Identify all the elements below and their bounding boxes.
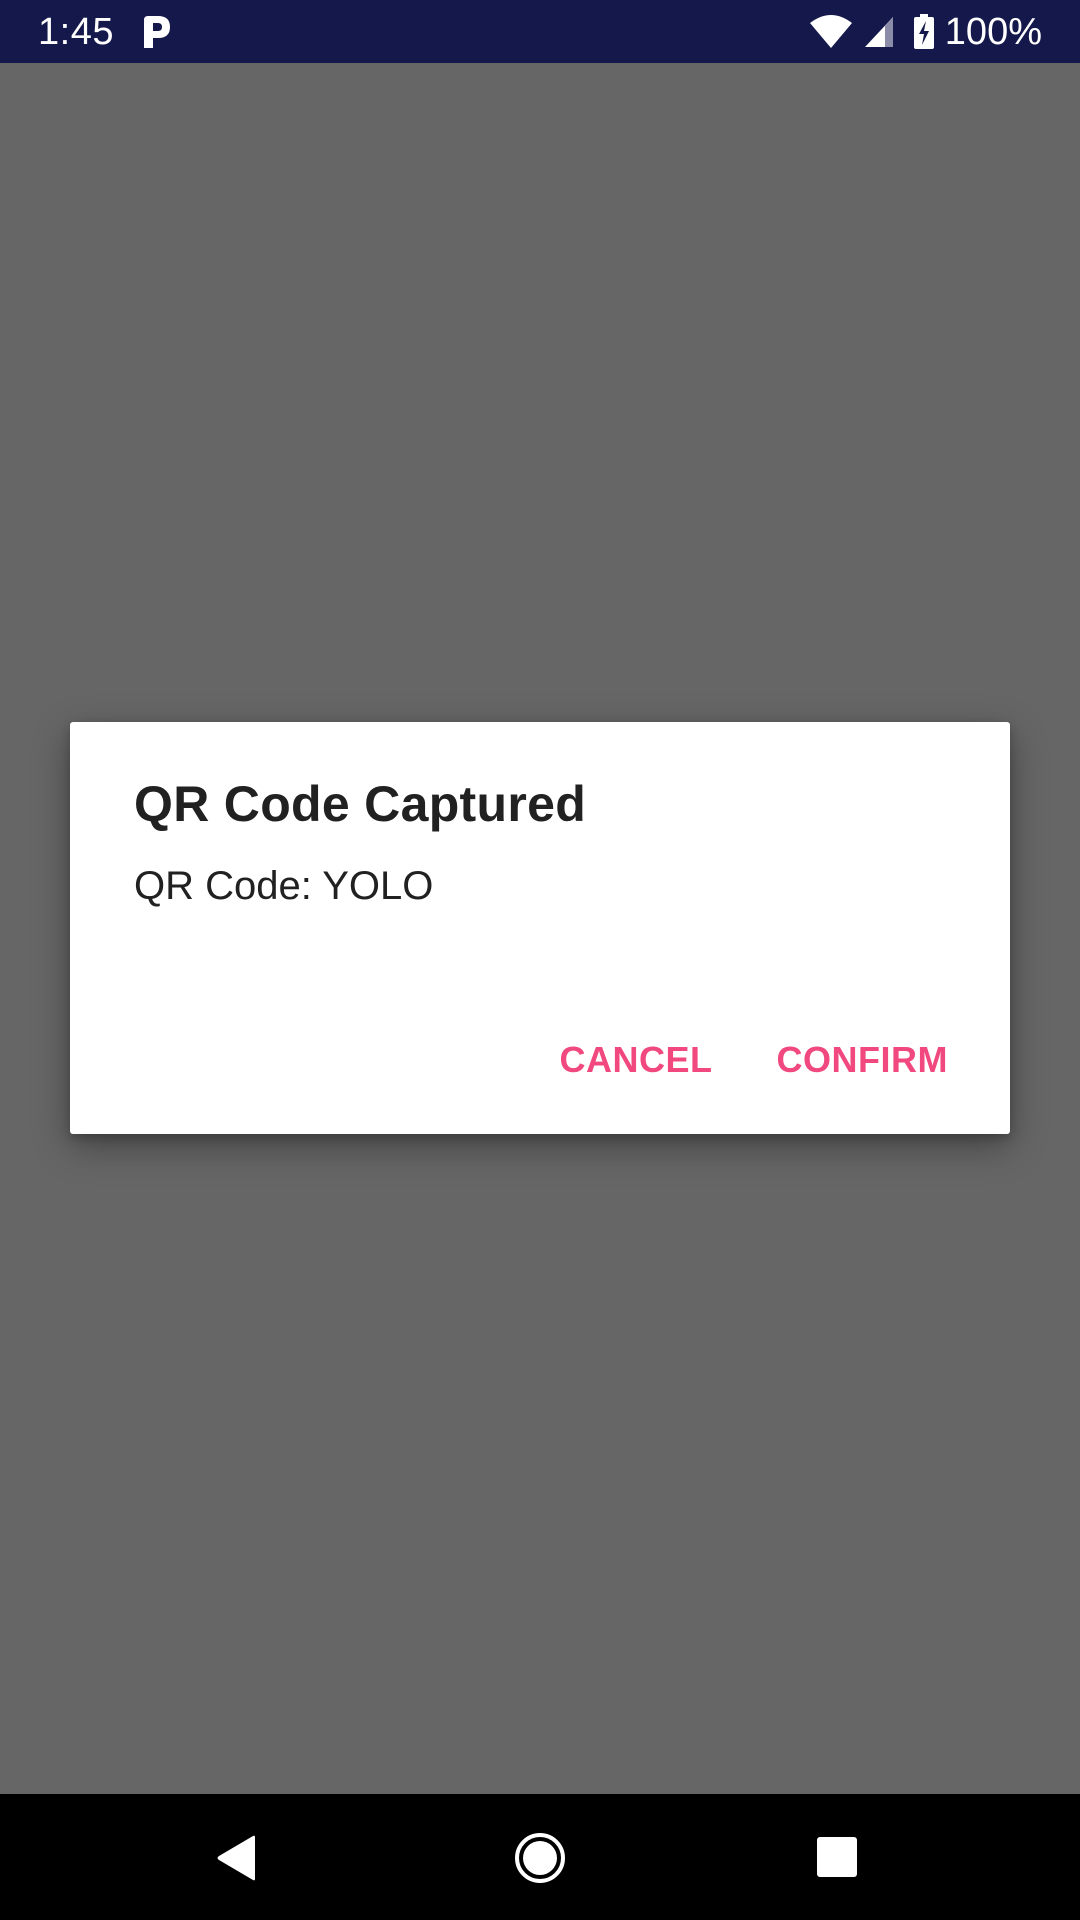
dialog-title: QR Code Captured bbox=[134, 776, 587, 832]
parking-p-icon bbox=[144, 16, 170, 48]
wifi-icon bbox=[809, 15, 852, 48]
navigation-bar bbox=[0, 1794, 1080, 1920]
home-circle-icon[interactable] bbox=[514, 1832, 566, 1884]
dialog-message: QR Code: YOLO bbox=[134, 864, 434, 908]
status-bar: 1:45 100% bbox=[0, 0, 1080, 63]
status-time: 1:45 bbox=[38, 11, 114, 53]
status-icons: 100% bbox=[809, 10, 1042, 54]
back-triangle-icon[interactable] bbox=[215, 1834, 259, 1882]
cancel-button[interactable]: CANCEL bbox=[528, 1028, 745, 1092]
dialog-actions: CANCEL CONFIRM bbox=[528, 1028, 980, 1092]
cell-signal-icon bbox=[864, 17, 893, 47]
recents-square-icon[interactable] bbox=[816, 1836, 858, 1878]
qr-confirm-dialog: QR Code Captured QR Code: YOLO CANCEL CO… bbox=[70, 722, 1010, 1134]
confirm-button[interactable]: CONFIRM bbox=[745, 1028, 980, 1092]
battery-charging-icon bbox=[913, 14, 934, 49]
battery-percent: 100% bbox=[944, 11, 1042, 53]
